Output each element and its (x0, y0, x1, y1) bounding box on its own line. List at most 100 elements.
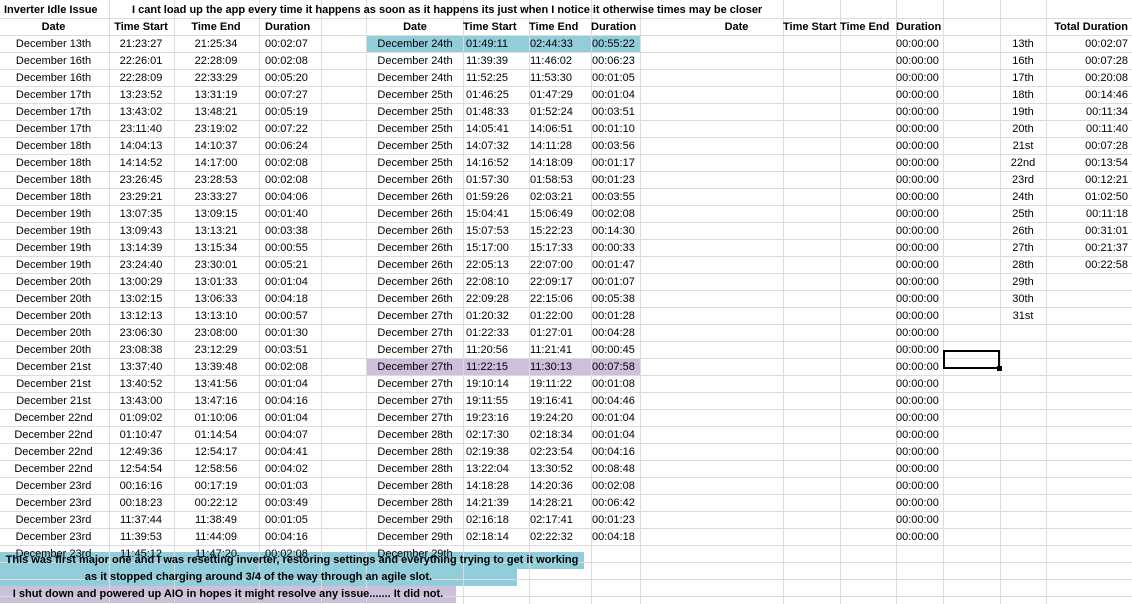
t2-date-cell[interactable]: December 26th (366, 274, 464, 291)
t2-duration-cell[interactable]: 00:01:17 (592, 155, 640, 172)
t2-start-cell[interactable]: 11:52:25 (466, 70, 529, 87)
t1-start-cell[interactable]: 12:49:36 (110, 444, 172, 461)
t2-header-time-start[interactable]: Time Start (463, 19, 525, 36)
t2-start-cell[interactable]: 01:46:25 (466, 87, 529, 104)
t1-duration-cell[interactable]: 00:04:06 (265, 189, 321, 206)
totals-value-cell[interactable] (1046, 274, 1128, 291)
t2-date-cell[interactable]: December 27th (366, 359, 464, 376)
t2-duration-cell[interactable]: 00:06:42 (592, 495, 640, 512)
t1-end-cell[interactable]: 13:09:15 (174, 206, 258, 223)
t2-duration-cell[interactable]: 00:01:04 (592, 87, 640, 104)
t1-start-cell[interactable]: 23:08:38 (110, 342, 172, 359)
t2-start-cell[interactable]: 02:16:18 (466, 512, 529, 529)
t3-duration-cell[interactable]: 00:00:00 (896, 121, 944, 138)
t1-duration-cell[interactable]: 00:04:18 (265, 291, 321, 308)
t2-start-cell[interactable]: 02:18:14 (466, 529, 529, 546)
totals-value-cell[interactable]: 00:14:46 (1046, 87, 1128, 104)
t1-start-cell[interactable]: 23:24:40 (110, 257, 172, 274)
t2-start-cell[interactable]: 02:19:38 (466, 444, 529, 461)
totals-value-cell[interactable]: 00:07:28 (1046, 138, 1128, 155)
t1-header-duration[interactable]: Duration (265, 19, 325, 36)
t3-duration-cell[interactable]: 00:00:00 (896, 274, 944, 291)
t2-start-cell[interactable]: 14:21:39 (466, 495, 529, 512)
t1-end-cell[interactable]: 11:38:49 (174, 512, 258, 529)
totals-value-cell[interactable]: 00:20:08 (1046, 70, 1128, 87)
t1-end-cell[interactable]: 13:41:56 (174, 376, 258, 393)
t2-start-cell[interactable]: 15:07:53 (466, 223, 529, 240)
t1-end-cell[interactable]: 23:28:53 (174, 172, 258, 189)
t1-end-cell[interactable]: 22:33:29 (174, 70, 258, 87)
t2-start-cell[interactable]: 11:39:39 (466, 53, 529, 70)
t1-start-cell[interactable]: 13:07:35 (110, 206, 172, 223)
t1-duration-cell[interactable]: 00:02:08 (265, 359, 321, 376)
totals-day-cell[interactable]: 19th (1000, 104, 1046, 121)
t2-start-cell[interactable]: 22:09:28 (466, 291, 529, 308)
totals-day-cell[interactable]: 24th (1000, 189, 1046, 206)
t1-start-cell[interactable]: 13:23:52 (110, 87, 172, 104)
t2-end-cell[interactable]: 02:03:21 (530, 189, 591, 206)
t2-date-cell[interactable]: December 25th (366, 121, 464, 138)
t1-duration-cell[interactable]: 00:02:08 (265, 155, 321, 172)
t2-start-cell[interactable]: 15:04:41 (466, 206, 529, 223)
totals-day-cell[interactable]: 18th (1000, 87, 1046, 104)
t1-date-cell[interactable]: December 17th (0, 121, 107, 138)
t2-start-cell[interactable]: 15:17:00 (466, 240, 529, 257)
t3-duration-cell[interactable]: 00:00:00 (896, 342, 944, 359)
t1-date-cell[interactable]: December 22nd (0, 461, 107, 478)
totals-day-cell[interactable]: 31st (1000, 308, 1046, 325)
t2-start-cell[interactable]: 14:18:28 (466, 478, 529, 495)
t1-date-cell[interactable]: December 23rd (0, 529, 107, 546)
t3-duration-cell[interactable]: 00:00:00 (896, 104, 944, 121)
totals-day-cell[interactable]: 29th (1000, 274, 1046, 291)
t2-end-cell[interactable]: 13:30:52 (530, 461, 591, 478)
t2-end-cell[interactable]: 14:11:28 (530, 138, 591, 155)
t1-duration-cell[interactable]: 00:05:20 (265, 70, 321, 87)
totals-value-cell[interactable]: 00:11:40 (1046, 121, 1128, 138)
t1-date-cell[interactable]: December 20th (0, 325, 107, 342)
t2-date-cell[interactable]: December 28th (366, 478, 464, 495)
t2-end-cell[interactable]: 22:07:00 (530, 257, 591, 274)
t1-end-cell[interactable]: 11:47:20 (174, 546, 258, 563)
t1-date-cell[interactable]: December 21st (0, 393, 107, 410)
t1-start-cell[interactable]: 23:06:30 (110, 325, 172, 342)
t2-duration-cell[interactable]: 00:01:08 (592, 376, 640, 393)
t1-duration-cell[interactable]: 00:02:08 (265, 53, 321, 70)
t2-end-cell[interactable]: 19:16:41 (530, 393, 591, 410)
t2-duration-cell[interactable]: 00:04:16 (592, 444, 640, 461)
t3-header-duration[interactable]: Duration (896, 19, 956, 36)
t2-end-cell[interactable]: 02:23:54 (530, 444, 591, 461)
t1-start-cell[interactable]: 22:28:09 (110, 70, 172, 87)
t1-end-cell[interactable]: 13:13:10 (174, 308, 258, 325)
t3-duration-cell[interactable]: 00:00:00 (896, 223, 944, 240)
t1-date-cell[interactable]: December 18th (0, 189, 107, 206)
t1-start-cell[interactable]: 23:26:45 (110, 172, 172, 189)
t1-header-time-end[interactable]: Time End (174, 19, 258, 36)
t1-duration-cell[interactable]: 00:04:02 (265, 461, 321, 478)
t2-duration-cell[interactable]: 00:00:45 (592, 342, 640, 359)
t3-duration-cell[interactable]: 00:00:00 (896, 172, 944, 189)
t3-duration-cell[interactable]: 00:00:00 (896, 359, 944, 376)
t2-end-cell[interactable]: 01:27:01 (530, 325, 591, 342)
t1-end-cell[interactable]: 14:10:37 (174, 138, 258, 155)
t1-end-cell[interactable]: 23:33:27 (174, 189, 258, 206)
t1-date-cell[interactable]: December 22nd (0, 427, 107, 444)
t2-date-cell[interactable]: December 26th (366, 223, 464, 240)
t2-date-cell[interactable]: December 24th (366, 70, 464, 87)
t1-start-cell[interactable]: 00:18:23 (110, 495, 172, 512)
t2-end-cell[interactable]: 11:46:02 (530, 53, 591, 70)
t2-date-cell[interactable]: December 25th (366, 104, 464, 121)
t2-end-cell[interactable]: 01:52:24 (530, 104, 591, 121)
t2-end-cell[interactable]: 11:30:13 (530, 359, 591, 376)
t2-end-cell[interactable]: 11:53:30 (530, 70, 591, 87)
t2-date-cell[interactable]: December 27th (366, 393, 464, 410)
totals-value-cell[interactable]: 00:22:58 (1046, 257, 1128, 274)
t1-start-cell[interactable]: 01:10:47 (110, 427, 172, 444)
t2-end-cell[interactable]: 01:47:29 (530, 87, 591, 104)
t2-date-cell[interactable]: December 25th (366, 87, 464, 104)
totals-day-cell[interactable]: 30th (1000, 291, 1046, 308)
t2-date-cell[interactable]: December 26th (366, 189, 464, 206)
totals-day-cell[interactable]: 25th (1000, 206, 1046, 223)
note2[interactable]: I shut down and powered up AIO in hopes … (0, 586, 456, 603)
t2-end-cell[interactable]: 22:09:17 (530, 274, 591, 291)
t2-duration-cell[interactable] (592, 546, 640, 563)
